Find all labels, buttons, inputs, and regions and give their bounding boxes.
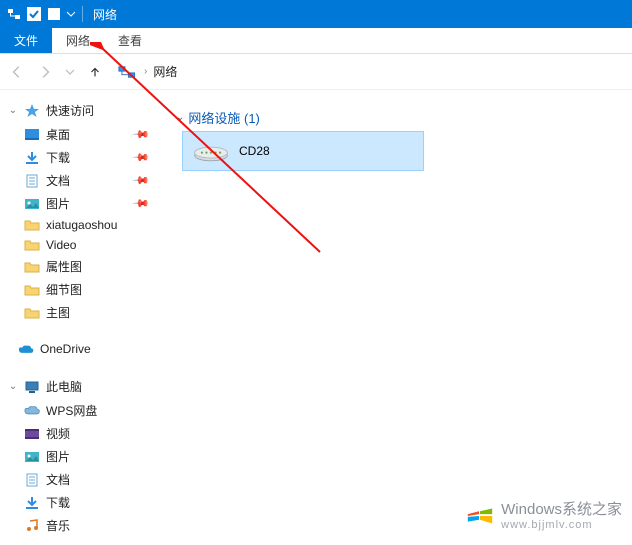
address-chevron-icon: ›	[144, 66, 147, 77]
sidebar-item-music[interactable]: 音乐	[0, 514, 160, 537]
sidebar-item-label: 主图	[46, 304, 70, 321]
sidebar-item-pictures[interactable]: 图片 📌	[0, 192, 160, 215]
qat-item-icon[interactable]	[46, 6, 62, 22]
sidebar-item-folder[interactable]: xiatugaoshou	[0, 215, 160, 235]
nav-back-button[interactable]	[8, 63, 26, 81]
sidebar-item-desktop[interactable]: 桌面 📌	[0, 123, 160, 146]
content-pane: ⌄ 网络设施 (1) CD28	[160, 90, 632, 545]
ribbon-tabs: 文件 网络 查看	[0, 28, 632, 54]
sidebar-item-downloads-pc[interactable]: 下载	[0, 491, 160, 514]
watermark-text: Windows系统之家 www.bjjmlv.com	[501, 498, 622, 531]
address-field[interactable]: › 网络	[114, 60, 624, 84]
sidebar-item-label: xiatugaoshou	[46, 218, 117, 232]
pc-icon	[24, 380, 40, 394]
document-icon	[24, 174, 40, 188]
pictures-icon	[24, 197, 40, 211]
pictures-icon	[24, 450, 40, 464]
window-title: 网络	[93, 6, 117, 23]
quick-access-label: 快速访问	[46, 102, 94, 119]
video-icon	[24, 427, 40, 441]
checkbox-icon[interactable]	[26, 6, 42, 22]
desktop-icon	[24, 128, 40, 142]
sidebar-item-label: 图片	[46, 195, 70, 212]
folder-icon	[24, 306, 40, 320]
music-icon	[24, 519, 40, 533]
nav-recent-dropdown[interactable]	[64, 63, 76, 81]
sidebar-item-wps[interactable]: WPS网盘	[0, 399, 160, 422]
chevron-down-icon: ⌄	[8, 105, 18, 116]
onedrive-label: OneDrive	[40, 342, 91, 356]
sidebar-item-label: 文档	[46, 471, 70, 488]
cloud-icon	[24, 404, 40, 418]
watermark-main: Windows系统之家	[501, 501, 622, 518]
sidebar: ⌄ 快速访问 桌面 📌 下载 📌 文档 📌 图片 📌	[0, 90, 160, 545]
pin-icon: 📌	[132, 148, 151, 167]
address-bar: › 网络	[0, 54, 632, 90]
folder-icon	[24, 260, 40, 274]
cloud-icon	[18, 342, 34, 356]
nav-up-button[interactable]	[86, 63, 104, 81]
address-location-text: 网络	[153, 63, 177, 80]
sidebar-item-label: 文档	[46, 172, 70, 189]
sidebar-item-folder[interactable]: 细节图	[0, 278, 160, 301]
sidebar-item-label: 图片	[46, 448, 70, 465]
tab-network-label: 网络	[66, 32, 90, 49]
tab-network[interactable]: 网络	[52, 28, 104, 53]
network-icon	[6, 6, 22, 22]
sidebar-quick-access-header[interactable]: ⌄ 快速访问	[0, 98, 160, 123]
sidebar-item-pictures-pc[interactable]: 图片	[0, 445, 160, 468]
section-network-infrastructure[interactable]: ⌄ 网络设施 (1)	[176, 108, 618, 127]
titlebar-separator	[82, 6, 83, 22]
document-icon	[24, 473, 40, 487]
sidebar-item-label: 细节图	[46, 281, 82, 298]
sidebar-item-label: Video	[46, 238, 76, 252]
nav-forward-button[interactable]	[36, 63, 54, 81]
sidebar-item-documents-pc[interactable]: 文档	[0, 468, 160, 491]
address-network-icon	[118, 65, 136, 79]
pin-icon: 📌	[132, 171, 151, 190]
chevron-down-icon: ⌄	[176, 112, 184, 123]
sidebar-item-label: 音乐	[46, 517, 70, 534]
sidebar-item-folder[interactable]: 主图	[0, 301, 160, 324]
sidebar-item-label: 下载	[46, 149, 70, 166]
pin-icon: 📌	[132, 125, 151, 144]
folder-icon	[24, 283, 40, 297]
sidebar-onedrive-header[interactable]: OneDrive	[0, 338, 160, 360]
watermark: Windows系统之家 www.bjjmlv.com	[465, 498, 622, 531]
sidebar-item-documents[interactable]: 文档 📌	[0, 169, 160, 192]
router-icon	[191, 139, 231, 163]
device-item[interactable]: CD28	[182, 131, 424, 171]
tab-file-label: 文件	[14, 32, 38, 49]
pin-icon: 📌	[132, 194, 151, 213]
folder-icon	[24, 218, 40, 232]
chevron-down-icon: ⌄	[8, 381, 18, 392]
folder-icon	[24, 238, 40, 252]
sidebar-item-folder[interactable]: 属性图	[0, 255, 160, 278]
device-label: CD28	[239, 144, 270, 158]
sidebar-item-label: 属性图	[46, 258, 82, 275]
tab-file[interactable]: 文件	[0, 28, 52, 53]
qat-dropdown-icon[interactable]	[66, 6, 76, 22]
sidebar-item-folder[interactable]: Video	[0, 235, 160, 255]
section-label: 网络设施 (1)	[188, 108, 260, 127]
sidebar-item-downloads[interactable]: 下载 📌	[0, 146, 160, 169]
sidebar-item-label: WPS网盘	[46, 402, 97, 419]
title-bar: 网络	[0, 0, 632, 28]
body: ⌄ 快速访问 桌面 📌 下载 📌 文档 📌 图片 📌	[0, 90, 632, 545]
sidebar-this-pc-header[interactable]: ⌄ 此电脑	[0, 374, 160, 399]
windows-logo-icon	[465, 500, 495, 530]
sidebar-item-label: 桌面	[46, 126, 70, 143]
tab-view-label: 查看	[118, 32, 142, 49]
download-icon	[24, 496, 40, 510]
sidebar-item-videos[interactable]: 视频	[0, 422, 160, 445]
this-pc-label: 此电脑	[46, 378, 82, 395]
download-icon	[24, 151, 40, 165]
star-icon	[24, 104, 40, 118]
tab-view[interactable]: 查看	[104, 28, 156, 53]
sidebar-item-label: 下载	[46, 494, 70, 511]
sidebar-item-label: 视频	[46, 425, 70, 442]
watermark-sub: www.bjjmlv.com	[501, 519, 622, 531]
